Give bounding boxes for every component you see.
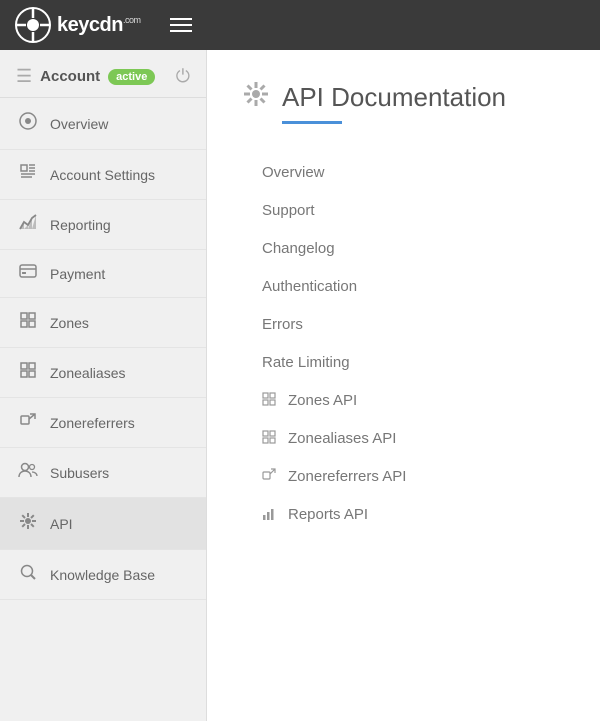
api-nav-zones-api-label: Zones API xyxy=(288,392,357,409)
zonereferrers-api-icon xyxy=(262,468,278,485)
logo-text: keycdn.com xyxy=(57,14,140,37)
page-title-row: API Documentation xyxy=(242,80,565,115)
sidebar-item-overview[interactable]: Overview xyxy=(0,98,206,150)
reporting-icon xyxy=(18,214,38,235)
api-nav-zonereferrers-api[interactable]: Zonereferrers API xyxy=(262,458,565,496)
zonealiases-api-icon xyxy=(262,430,278,447)
account-label: Account xyxy=(40,68,100,85)
sidebar-item-payment[interactable]: Payment xyxy=(0,250,206,298)
api-nav-changelog-label: Changelog xyxy=(262,240,335,257)
topbar: keycdn.com xyxy=(0,0,600,50)
zonereferrers-icon xyxy=(18,412,38,433)
sidebar-item-overview-label: Overview xyxy=(50,116,108,132)
api-nav-zones-api[interactable]: Zones API xyxy=(262,382,565,420)
zones-icon xyxy=(18,312,38,333)
sidebar-nav: Overview Account Settings xyxy=(0,98,206,600)
logo-icon xyxy=(15,7,51,43)
hamburger-line-2 xyxy=(170,24,192,26)
knowledge-base-icon xyxy=(18,564,38,585)
logo[interactable]: keycdn.com xyxy=(15,7,140,43)
hamburger-line-1 xyxy=(170,18,192,20)
layout: ☰ Account active ⏻ Overview xyxy=(0,50,600,721)
api-nav-zonereferrers-api-label: Zonereferrers API xyxy=(288,468,406,485)
api-nav-rate-limiting[interactable]: Rate Limiting xyxy=(262,344,565,382)
sidebar-item-account-settings[interactable]: Account Settings xyxy=(0,150,206,200)
power-icon[interactable]: ⏻ xyxy=(176,66,190,87)
sidebar-item-api[interactable]: API xyxy=(0,498,206,550)
api-nav-overview-label: Overview xyxy=(262,164,325,181)
sidebar: ☰ Account active ⏻ Overview xyxy=(0,50,207,721)
overview-icon xyxy=(18,112,38,135)
api-nav-authentication[interactable]: Authentication xyxy=(262,268,565,306)
sidebar-item-zonereferrers[interactable]: Zonereferrers xyxy=(0,398,206,448)
sidebar-item-zones-label: Zones xyxy=(50,315,89,331)
account-section: ☰ Account active xyxy=(16,66,155,87)
api-nav-zonealiases-api-label: Zonealiases API xyxy=(288,430,396,447)
active-badge: active xyxy=(108,69,155,85)
zones-api-icon xyxy=(262,392,278,409)
api-nav-reports-api-label: Reports API xyxy=(288,506,368,523)
sidebar-item-subusers[interactable]: Subusers xyxy=(0,448,206,498)
subusers-icon xyxy=(18,462,38,483)
payment-icon xyxy=(18,264,38,283)
api-nav-reports-api[interactable]: Reports API xyxy=(262,496,565,534)
sidebar-item-zones[interactable]: Zones xyxy=(0,298,206,348)
sidebar-header: ☰ Account active ⏻ xyxy=(0,50,206,98)
api-nav-support[interactable]: Support xyxy=(262,192,565,230)
api-nav-authentication-label: Authentication xyxy=(262,278,357,295)
sidebar-item-api-label: API xyxy=(50,516,73,532)
sidebar-item-zonealiases-label: Zonealiases xyxy=(50,365,126,381)
api-nav-zonealiases-api[interactable]: Zonealiases API xyxy=(262,420,565,458)
sidebar-item-reporting[interactable]: Reporting xyxy=(0,200,206,250)
hamburger-menu[interactable] xyxy=(170,18,192,32)
sidebar-item-payment-label: Payment xyxy=(50,266,105,282)
api-icon xyxy=(18,512,38,535)
zonealiases-icon xyxy=(18,362,38,383)
api-nav: Overview Support Changelog Authenticatio… xyxy=(242,154,565,534)
sidebar-item-zonealiases[interactable]: Zonealiases xyxy=(0,348,206,398)
sidebar-item-knowledge-base[interactable]: Knowledge Base xyxy=(0,550,206,600)
sidebar-item-knowledge-base-label: Knowledge Base xyxy=(50,567,155,583)
page-title-icon xyxy=(242,80,270,115)
reports-api-icon xyxy=(262,506,278,523)
main-content: API Documentation Overview Support Chang… xyxy=(207,50,600,721)
api-nav-support-label: Support xyxy=(262,202,315,219)
api-nav-changelog[interactable]: Changelog xyxy=(262,230,565,268)
api-nav-rate-limiting-label: Rate Limiting xyxy=(262,354,350,371)
account-settings-icon xyxy=(18,164,38,185)
sidebar-item-reporting-label: Reporting xyxy=(50,217,111,233)
api-nav-errors-label: Errors xyxy=(262,316,303,333)
hamburger-line-3 xyxy=(170,30,192,32)
sidebar-menu-icon[interactable]: ☰ xyxy=(16,66,32,87)
api-nav-errors[interactable]: Errors xyxy=(262,306,565,344)
api-nav-overview[interactable]: Overview xyxy=(262,154,565,192)
sidebar-item-zonereferrers-label: Zonereferrers xyxy=(50,415,135,431)
page-title: API Documentation xyxy=(282,82,506,113)
sidebar-item-account-settings-label: Account Settings xyxy=(50,167,155,183)
title-underline xyxy=(282,121,342,124)
sidebar-item-subusers-label: Subusers xyxy=(50,465,109,481)
